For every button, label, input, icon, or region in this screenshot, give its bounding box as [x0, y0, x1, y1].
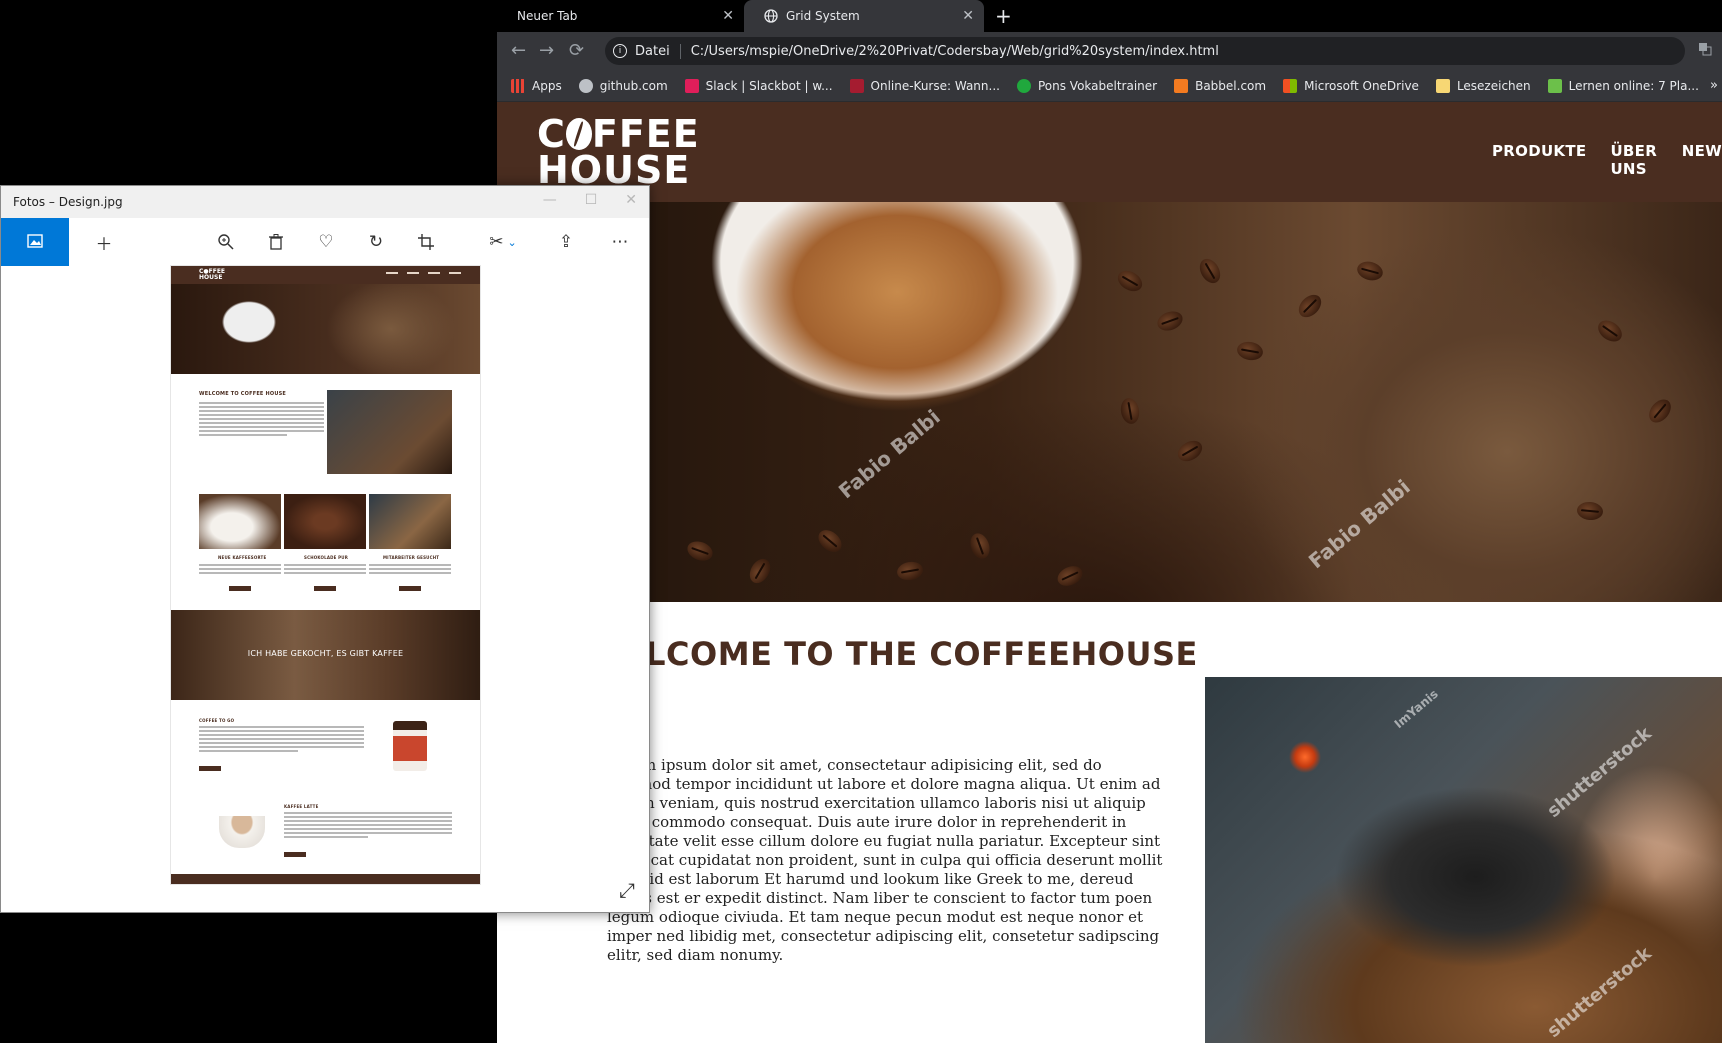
nav-new[interactable]: NEW — [1682, 142, 1722, 178]
photos-app-window: Fotos – Design.jpg — ☐ ✕ ＋ ♡ ↻ ✂ ⌄ ⇪ ⋯ C… — [0, 185, 650, 913]
welcome-heading: WELCOME TO THE COFFEEHOUSE — [587, 635, 1198, 673]
new-tab-button[interactable]: + — [995, 4, 1012, 28]
picture-icon — [27, 233, 43, 252]
web-page: C FFEE HOUSE PRODUKTE ÜBER UNS NEW Fabio… — [497, 102, 1722, 1043]
minimize-icon[interactable]: — — [543, 192, 557, 208]
view-image-button[interactable] — [1, 218, 69, 266]
udemy-icon — [849, 78, 864, 93]
apps-grid-icon — [511, 78, 525, 93]
image-watermark: shutterstock — [1543, 943, 1656, 1042]
mock-welcome-heading: WELCOME TO COFFEE HOUSE — [199, 391, 287, 397]
trash-icon[interactable] — [263, 230, 289, 254]
coffee-house-logo[interactable]: C FFEE HOUSE — [537, 115, 700, 189]
zoom-icon[interactable] — [213, 230, 239, 254]
site-nav: PRODUKTE ÜBER UNS NEW — [1492, 142, 1722, 178]
photos-toolbar: ＋ ♡ ↻ ✂ ⌄ ⇪ ⋯ — [1, 218, 649, 266]
rotate-icon[interactable]: ↻ — [363, 230, 389, 254]
info-icon[interactable]: i — [613, 44, 627, 58]
close-tab-icon[interactable]: ✕ — [962, 8, 974, 24]
github-icon — [578, 78, 593, 93]
bookmark-github[interactable]: github.com — [578, 78, 668, 93]
mock-card-title: MITARBEITER GESUCHT — [383, 555, 440, 560]
heart-icon[interactable]: ♡ — [313, 230, 339, 254]
close-tab-icon[interactable]: ✕ — [722, 8, 734, 24]
share-icon[interactable]: ⇪ — [553, 230, 579, 254]
expand-icon[interactable]: ⤢ — [619, 878, 635, 902]
welcome-paragraph: Lorem ipsum dolor sit amet, consectetaur… — [607, 756, 1163, 964]
browser-window: Neuer Tab ✕ Grid System ✕ + ← → ⟳ i Date… — [497, 0, 1722, 1043]
address-bar[interactable]: i Datei C:/Users/mspie/OneDrive/2%20Priv… — [605, 37, 1685, 65]
hero-image: Fabio Balbi Fabio Balbi — [497, 202, 1722, 602]
browser-toolbar: ← → ⟳ i Datei C:/Users/mspie/OneDrive/2%… — [497, 32, 1722, 70]
globe-icon — [764, 9, 778, 23]
nav-produkte[interactable]: PRODUKTE — [1492, 142, 1586, 178]
bookmark-lesezeichen[interactable]: Lesezeichen — [1435, 78, 1531, 93]
back-arrow-icon[interactable]: ← — [511, 40, 526, 61]
hero-watermark: Fabio Balbi — [1303, 474, 1415, 574]
mock-banner: ICH HABE GEKOCHT, ES GIBT KAFFEE — [171, 610, 480, 700]
photo-canvas: C●FFEE HOUSE WELCOME TO COFFEE HOUSE NEUE… — [1, 266, 649, 912]
address-scheme: Datei — [635, 43, 681, 59]
tab-title: Neuer Tab — [517, 9, 578, 23]
nav-ueber-uns[interactable]: ÜBER UNS — [1610, 142, 1657, 178]
maximize-icon[interactable]: ☐ — [585, 192, 598, 208]
image-watermark: ImYanis — [1391, 686, 1441, 732]
mock-card-title: NEUE KAFFEESORTE — [218, 555, 267, 560]
tab-strip: Neuer Tab ✕ Grid System ✕ + — [497, 0, 1722, 32]
bookmark-onedrive[interactable]: Microsoft OneDrive — [1283, 78, 1419, 93]
bookmark-online-kurse[interactable]: Online-Kurse: Wann... — [849, 78, 1000, 93]
add-icon[interactable]: ＋ — [91, 230, 117, 255]
microsoft-icon — [1283, 78, 1298, 93]
babbel-icon — [1174, 78, 1189, 93]
reload-icon[interactable]: ⟳ — [569, 40, 584, 61]
slack-icon — [684, 78, 699, 93]
coffee-bean-icon — [565, 118, 592, 150]
hero-watermark: Fabio Balbi — [833, 404, 945, 504]
folder-icon — [1435, 78, 1450, 93]
photos-window-title: Fotos – Design.jpg — [13, 195, 123, 209]
tab-neuer-tab[interactable]: Neuer Tab ✕ — [497, 0, 744, 32]
address-url[interactable]: C:/Users/mspie/OneDrive/2%20Privat/Coder… — [691, 44, 1219, 59]
forward-arrow-icon[interactable]: → — [539, 40, 554, 61]
close-icon[interactable]: ✕ — [625, 192, 637, 208]
mock-banner-text: ICH HABE GEKOCHT, ES GIBT KAFFEE — [247, 649, 404, 658]
tab-title: Grid System — [786, 9, 860, 23]
bookmarks-bar: Apps github.com Slack | Slackbot | w... … — [497, 70, 1722, 102]
k-icon — [1547, 78, 1562, 93]
edit-create-icon[interactable]: ✂ ⌄ — [483, 230, 523, 254]
translate-icon[interactable] — [1698, 42, 1712, 60]
bookmark-babbel[interactable]: Babbel.com — [1174, 78, 1266, 93]
image-watermark: shutterstock — [1543, 723, 1656, 822]
bookmark-apps[interactable]: Apps — [511, 78, 562, 93]
bookmark-lernen-online[interactable]: Lernen online: 7 Pla... — [1547, 78, 1699, 93]
espresso-machine-image: ImYanis shutterstock shutterstock — [1205, 677, 1722, 1043]
crop-icon[interactable] — [413, 230, 439, 254]
photos-title-bar: Fotos – Design.jpg — ☐ ✕ — [1, 186, 649, 218]
mock-card-title: SCHOKOLADE PUR — [304, 555, 349, 560]
tab-grid-system[interactable]: Grid System ✕ — [744, 0, 984, 32]
mock-coffee-to-go-heading: COFFEE TO GO — [199, 718, 235, 723]
design-image: C●FFEE HOUSE WELCOME TO COFFEE HOUSE NEUE… — [171, 266, 480, 884]
bookmark-pons[interactable]: Pons Vokabeltrainer — [1016, 78, 1157, 93]
site-header: C FFEE HOUSE PRODUKTE ÜBER UNS NEW — [497, 102, 1722, 202]
more-bookmarks-button[interactable]: » — [1710, 78, 1718, 93]
bookmark-slack[interactable]: Slack | Slackbot | w... — [684, 78, 833, 93]
mock-latte-heading: KAFFEE LATTE — [284, 804, 319, 809]
more-options-icon[interactable]: ⋯ — [607, 230, 633, 254]
pons-icon — [1016, 78, 1031, 93]
